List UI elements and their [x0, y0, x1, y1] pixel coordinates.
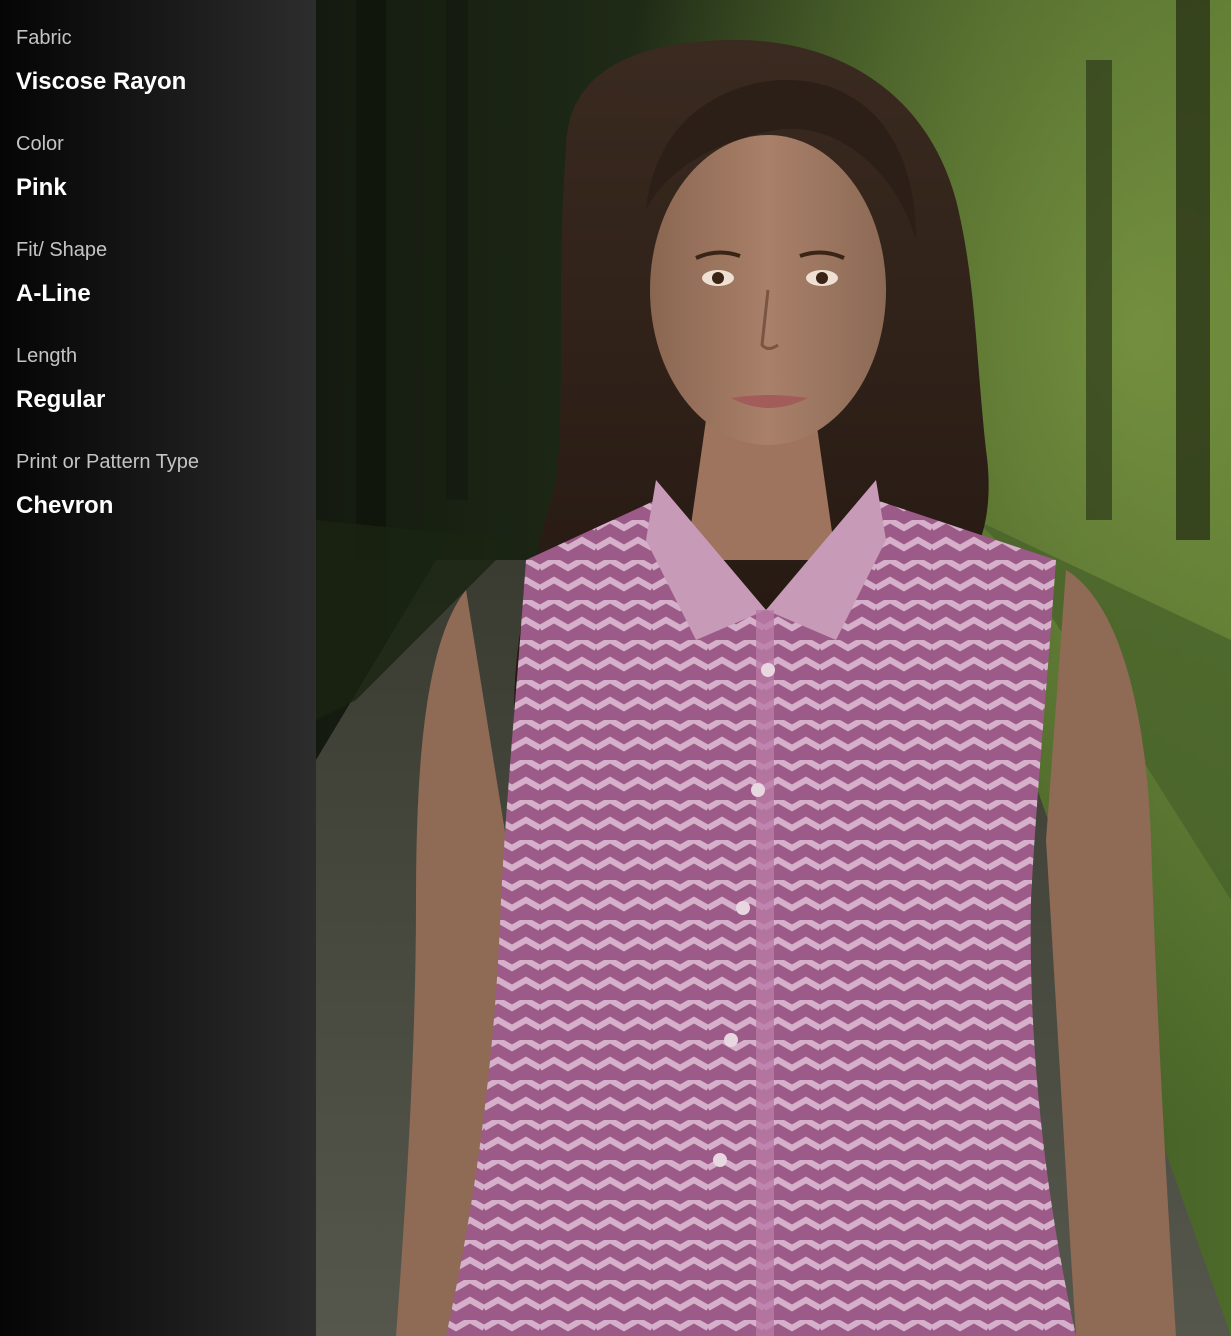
- attribute-panel: Fabric Viscose Rayon Color Pink Fit/ Sha…: [0, 0, 316, 1336]
- button-icon: [761, 663, 775, 677]
- attribute-label: Color: [16, 133, 64, 155]
- button-icon: [713, 1153, 727, 1167]
- button-icon: [751, 783, 765, 797]
- attribute-label: Length: [16, 345, 78, 367]
- attribute-length: Length Regular: [16, 344, 306, 414]
- button-icon: [724, 1033, 738, 1047]
- attribute-print-pattern: Print or Pattern Type Chevron: [16, 450, 306, 520]
- attribute-value: Chevron: [16, 492, 114, 519]
- attribute-value: Viscose Rayon: [16, 68, 187, 95]
- attribute-fit-shape: Fit/ Shape A-Line: [16, 238, 306, 308]
- attribute-color: Color Pink: [16, 132, 306, 202]
- attribute-label: Fit/ Shape: [16, 239, 108, 261]
- product-photo: [316, 0, 1231, 1336]
- attribute-fabric: Fabric Viscose Rayon: [16, 26, 306, 96]
- attribute-value: Regular: [16, 386, 106, 413]
- attribute-label: Fabric: [16, 27, 72, 49]
- model-photo-illustration: [316, 0, 1231, 1336]
- attribute-label: Print or Pattern Type: [16, 451, 200, 473]
- attribute-value: Pink: [16, 174, 67, 201]
- attribute-value: A-Line: [16, 280, 91, 307]
- button-icon: [736, 901, 750, 915]
